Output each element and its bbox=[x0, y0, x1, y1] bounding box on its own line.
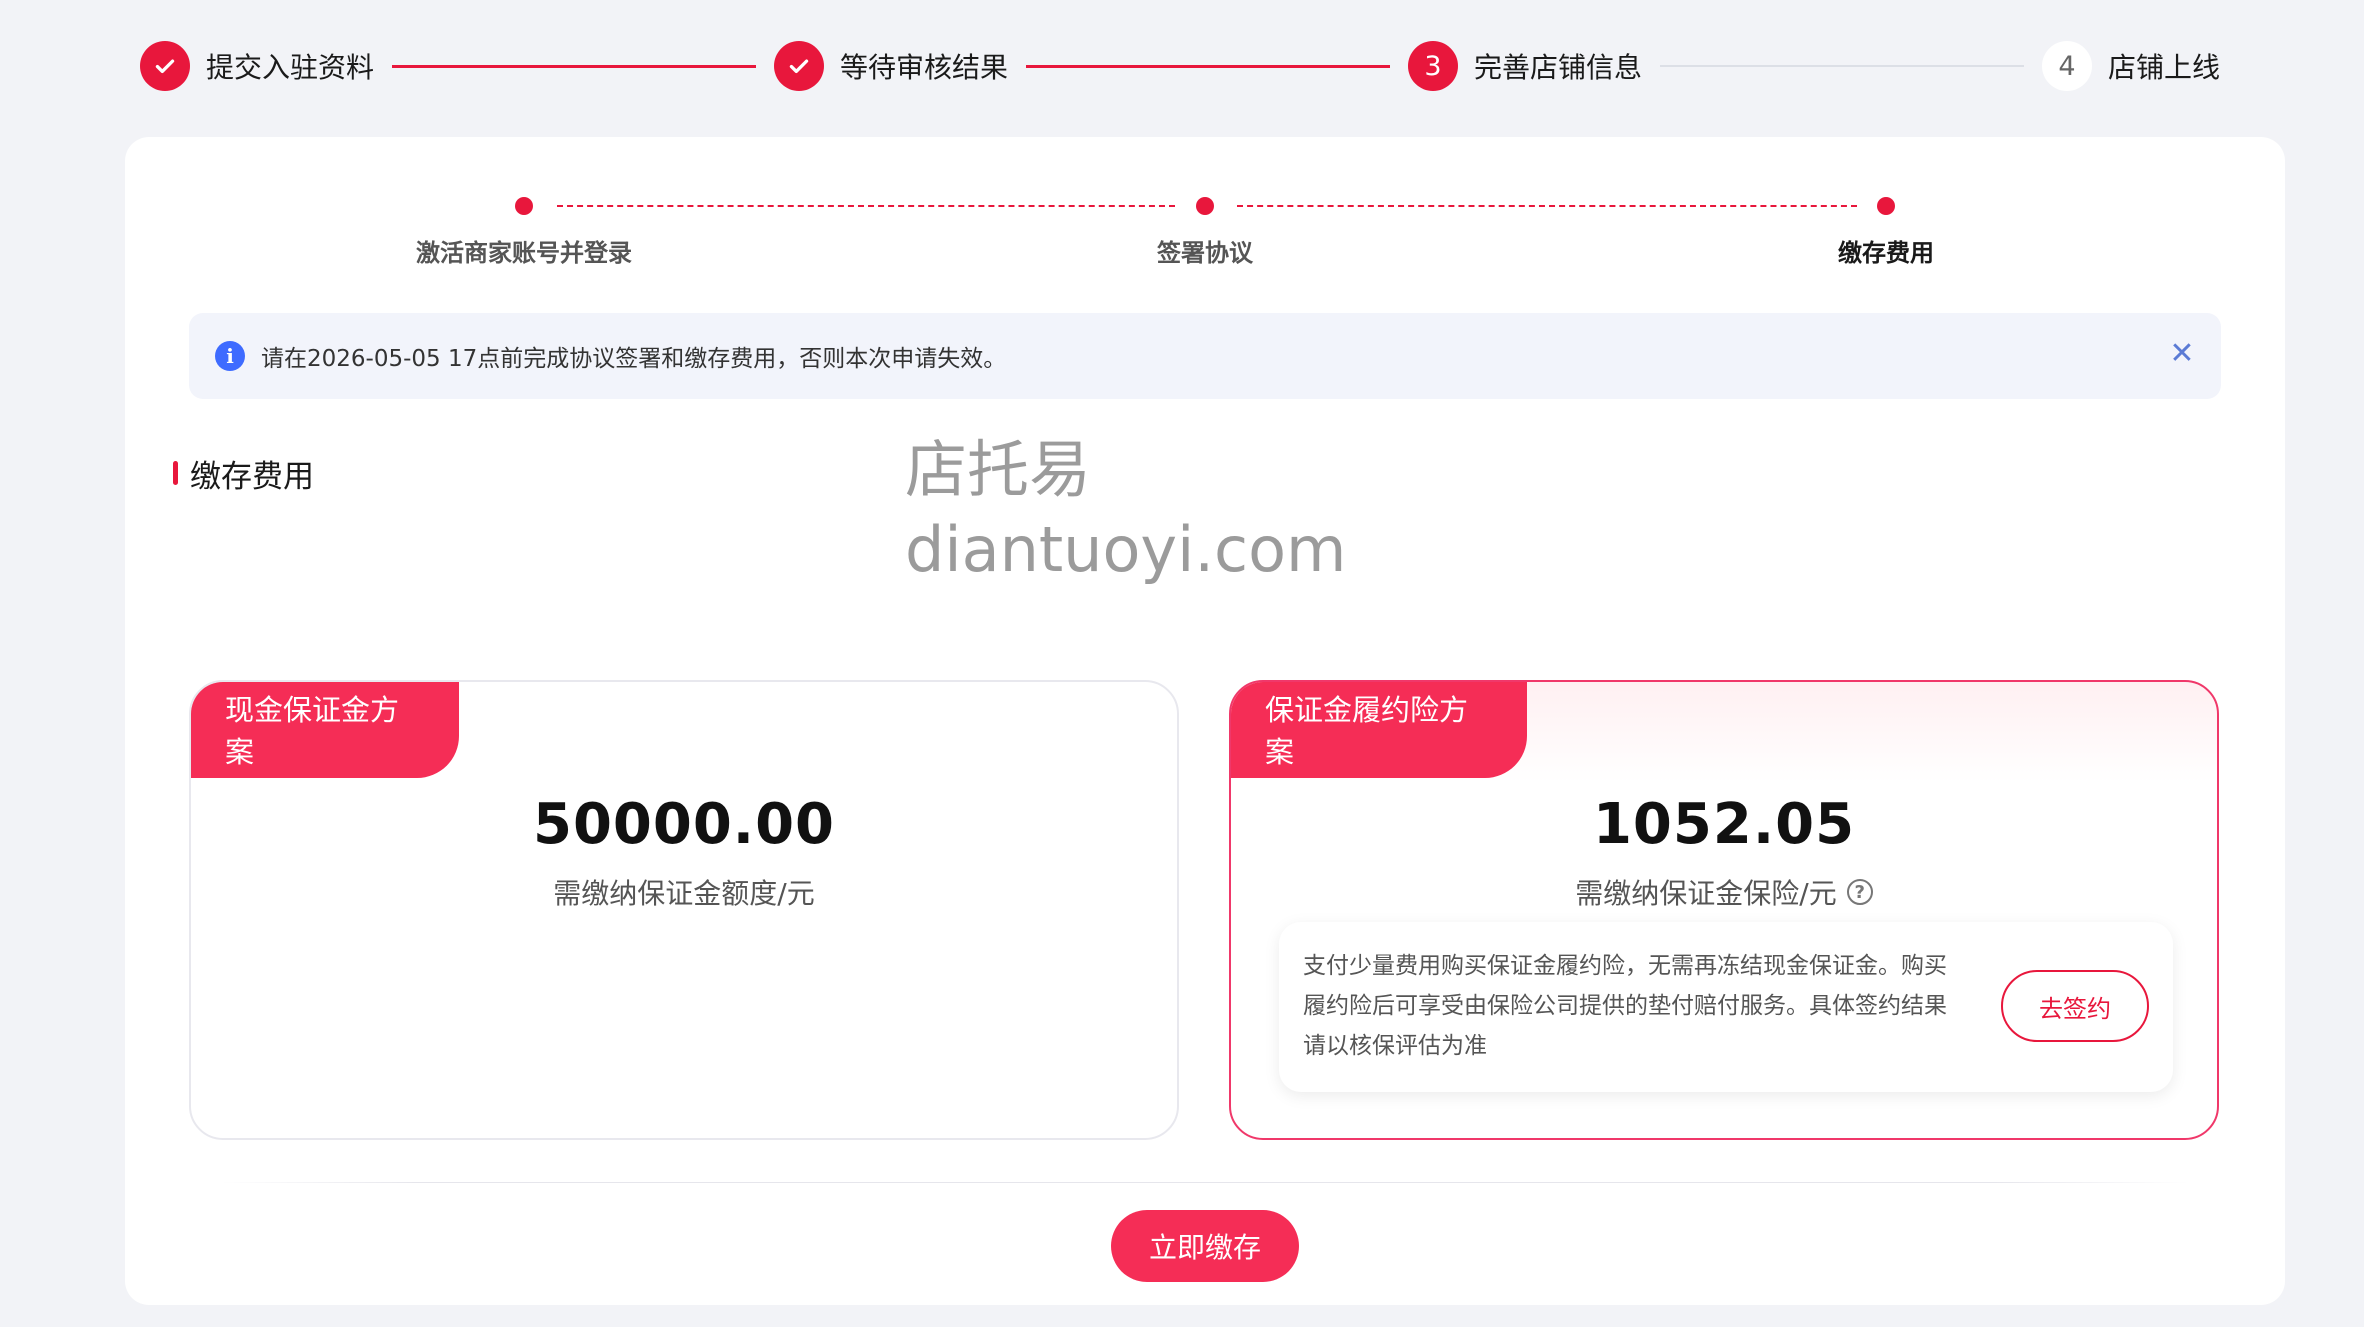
info-icon: i bbox=[215, 341, 245, 371]
sign-button[interactable]: 去签约 bbox=[2001, 970, 2149, 1042]
plan-amount: 50000.00 bbox=[532, 792, 836, 857]
insurance-info-box: 支付少量费用购买保证金履约险，无需再冻结现金保证金。购买履约险后可享受由保险公司… bbox=[1279, 922, 2173, 1092]
cash-deposit-plan[interactable]: 现金保证金方案 50000.00 需缴纳保证金额度/元 bbox=[189, 680, 1179, 1140]
plan-desc-text: 需缴纳保证金保险/元 bbox=[1575, 877, 1837, 910]
plan-desc: 需缴纳保证金保险/元 ? bbox=[1231, 872, 2217, 912]
plan-tag: 现金保证金方案 bbox=[191, 682, 459, 778]
substeps: 激活商家账号并登录 签署协议 缴存费用 bbox=[125, 137, 2285, 287]
substep-connector bbox=[557, 205, 1175, 207]
substep-connector bbox=[1237, 205, 1857, 207]
step-label: 完善店铺信息 bbox=[1474, 51, 1643, 84]
section-title-text: 缴存费用 bbox=[190, 458, 314, 495]
step-submit: 提交入驻资料 bbox=[140, 41, 374, 91]
step-store-info: 3 完善店铺信息 bbox=[1408, 41, 1642, 91]
substep-label: 缴存费用 bbox=[1838, 239, 1934, 267]
substep-label: 签署协议 bbox=[1157, 239, 1253, 267]
check-icon bbox=[774, 41, 824, 91]
check-icon bbox=[140, 41, 190, 91]
pay-now-button[interactable]: 立即缴存 bbox=[1111, 1210, 1299, 1282]
substep-dot bbox=[1196, 197, 1214, 215]
plan-tag: 保证金履约险方案 bbox=[1231, 682, 1527, 778]
substep-dot bbox=[515, 197, 533, 215]
substep-label: 激活商家账号并登录 bbox=[416, 239, 632, 267]
close-icon[interactable]: ✕ bbox=[2167, 339, 2197, 369]
section-title: 缴存费用 bbox=[173, 453, 314, 495]
substep-dot bbox=[1877, 197, 1895, 215]
step-connector bbox=[392, 64, 756, 68]
step-online: 4 店铺上线 bbox=[2042, 41, 2220, 91]
notice-text: 请在2026-05-05 17点前完成协议签署和缴存费用，否则本次申请失效。 bbox=[261, 346, 1007, 372]
step-label: 店铺上线 bbox=[2108, 51, 2221, 84]
divider bbox=[221, 1182, 2189, 1183]
step-label: 等待审核结果 bbox=[840, 51, 1009, 84]
step-label: 提交入驻资料 bbox=[206, 51, 375, 84]
progress-steps: 提交入驻资料 等待审核结果 3 完善店铺信息 4 店铺上线 bbox=[140, 36, 2220, 96]
step-number: 3 bbox=[1408, 41, 1458, 91]
insurance-info-text: 支付少量费用购买保证金履约险，无需再冻结现金保证金。购买履约险后可享受由保险公司… bbox=[1303, 953, 1947, 1059]
plan-desc: 需缴纳保证金额度/元 bbox=[191, 872, 1177, 912]
deadline-notice: i 请在2026-05-05 17点前完成协议签署和缴存费用，否则本次申请失效。… bbox=[189, 313, 2221, 399]
plan-amount: 1052.05 bbox=[1592, 792, 1856, 857]
plan-desc-text: 需缴纳保证金额度/元 bbox=[553, 877, 815, 910]
step-review: 等待审核结果 bbox=[774, 41, 1008, 91]
section-bar bbox=[173, 461, 178, 485]
step-connector bbox=[1026, 64, 1390, 68]
main-card: 激活商家账号并登录 签署协议 缴存费用 i 请在2026-05-05 17点前完… bbox=[125, 137, 2285, 1305]
step-connector bbox=[1660, 65, 2024, 67]
step-number: 4 bbox=[2042, 41, 2092, 91]
insurance-plan[interactable]: 保证金履约险方案 1052.05 需缴纳保证金保险/元 ? 支付少量费用购买保证… bbox=[1229, 680, 2219, 1140]
help-icon[interactable]: ? bbox=[1846, 879, 1873, 905]
